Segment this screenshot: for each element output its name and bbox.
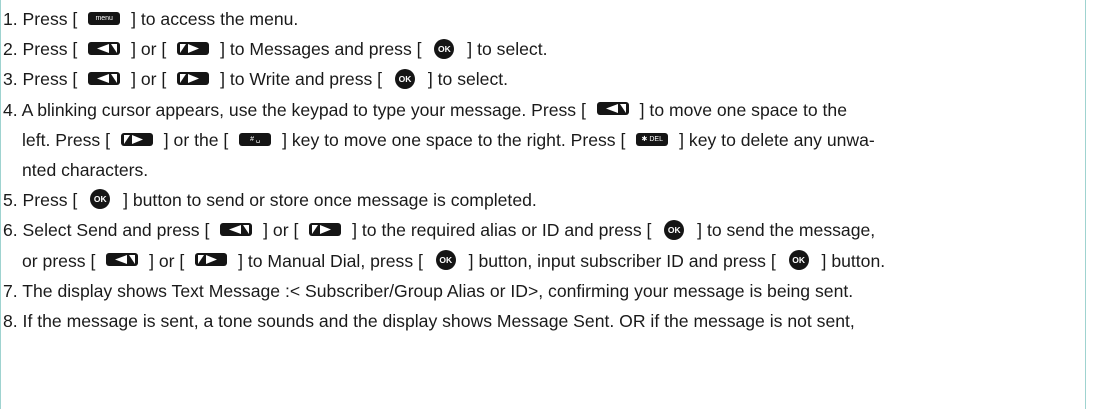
right-arrow-key-icon <box>177 42 210 56</box>
step-text: or press [ <box>22 250 101 271</box>
step-text: ] or [ <box>126 69 172 90</box>
step-text: ] to access the menu. <box>126 9 299 29</box>
left-arrow-key-icon <box>106 253 139 267</box>
step-text: ] or [ <box>144 250 190 271</box>
step-7: 7. The display shows Text Message :< Sub… <box>3 276 1093 306</box>
step-text: 6. Select Send and press [ <box>3 220 215 241</box>
step-text: nted characters. <box>22 159 149 180</box>
hash-space-key-icon: # ␣ <box>239 132 272 146</box>
step-text: ] to Manual Dial, press [ <box>233 250 428 271</box>
step-8: 8. If the message is sent, a tone sounds… <box>3 306 1093 336</box>
step-line: 1. Press [ menu ] to access the menu. <box>3 4 1093 34</box>
step-line: 3. Press [ ] or [ ] to Write and press [… <box>3 64 1093 94</box>
step-line: 5. Press [ OK ] button to send or store … <box>3 185 1093 215</box>
step-line: left. Press [ ] or the [ # ␣ ] key to mo… <box>3 125 1093 155</box>
left-arrow-key-icon <box>220 223 253 237</box>
step-text: ] button to send or store once message i… <box>118 190 537 211</box>
left-arrow-key-icon <box>88 42 121 56</box>
ok-button-icon: OK <box>664 219 685 240</box>
step-4: 4. A blinking cursor appears, use the ke… <box>3 95 1093 186</box>
right-arrow-key-icon <box>195 253 228 267</box>
step-5: 5. Press [ OK ] button to send or store … <box>3 185 1093 215</box>
step-text: ] or [ <box>126 39 172 60</box>
menu-key-icon: menu <box>88 11 121 25</box>
step-1: 1. Press [ menu ] to access the menu. <box>3 4 1093 34</box>
step-line: 2. Press [ ] or [ ] to Messages and pres… <box>3 34 1093 64</box>
step-text: ] button. <box>816 250 886 271</box>
step-line: 4. A blinking cursor appears, use the ke… <box>3 95 1093 125</box>
step-text: ] to select. <box>422 69 509 90</box>
step-6: 6. Select Send and press [ ] or [ ] to t… <box>3 215 1093 275</box>
ok-button-icon: OK <box>788 249 809 270</box>
key-label: # ␣ <box>250 135 261 143</box>
step-text: 5. Press [ <box>3 190 83 211</box>
instruction-steps: 1. Press [ menu ] to access the menu. 2. … <box>3 4 1093 336</box>
step-line: 6. Select Send and press [ ] or [ ] to t… <box>3 215 1093 245</box>
right-arrow-key-icon <box>309 223 342 237</box>
step-text: 1. Press [ <box>3 9 83 29</box>
manual-page: 1. Press [ menu ] to access the menu. 2. … <box>0 0 1112 409</box>
right-arrow-key-icon <box>120 132 153 146</box>
step-2: 2. Press [ ] or [ ] to Messages and pres… <box>3 34 1093 64</box>
left-guide-line <box>0 0 1 409</box>
step-text: ] key to delete any unwa- <box>674 129 875 150</box>
right-arrow-key-icon <box>177 72 210 86</box>
step-text: ] to Messages and press [ <box>215 39 427 60</box>
step-text: left. Press [ <box>22 129 115 150</box>
step-text: ] to select. <box>462 39 548 60</box>
step-text: ] to Write and press [ <box>215 69 387 90</box>
key-label: menu <box>95 14 113 22</box>
ok-button-icon: OK <box>394 68 415 89</box>
step-text: ] button, input subscriber ID and press … <box>463 250 781 271</box>
step-line: 8. If the message is sent, a tone sounds… <box>3 306 1093 336</box>
step-text: ] to send the message, <box>692 220 876 241</box>
step-text: 2. Press [ <box>3 39 83 60</box>
ok-button-icon: OK <box>435 249 456 270</box>
key-label: ✱ DEL <box>641 135 663 143</box>
step-text: ] key to move one space to the right. Pr… <box>277 129 631 150</box>
step-line: or press [ ] or [ ] to Manual Dial, pres… <box>3 246 1093 276</box>
step-text: 8. If the message is sent, a tone sounds… <box>3 310 855 331</box>
step-text: ] to move one space to the <box>634 99 847 120</box>
step-text: ] or [ <box>258 220 304 241</box>
ok-button-icon: OK <box>434 38 455 59</box>
step-text: 3. Press [ <box>3 69 83 90</box>
ok-button-icon: OK <box>90 189 111 210</box>
step-line: 7. The display shows Text Message :< Sub… <box>3 276 1093 306</box>
step-3: 3. Press [ ] or [ ] to Write and press [… <box>3 64 1093 94</box>
left-arrow-key-icon <box>596 102 629 116</box>
left-arrow-key-icon <box>88 72 121 86</box>
step-text: 7. The display shows Text Message :< Sub… <box>3 280 854 301</box>
step-line: nted characters. <box>3 155 1093 185</box>
step-text: 4. A blinking cursor appears, use the ke… <box>3 99 591 120</box>
step-text: ] or the [ <box>158 129 234 150</box>
step-text: ] to the required alias or ID and press … <box>347 220 657 241</box>
star-del-key-icon: ✱ DEL <box>636 132 669 146</box>
